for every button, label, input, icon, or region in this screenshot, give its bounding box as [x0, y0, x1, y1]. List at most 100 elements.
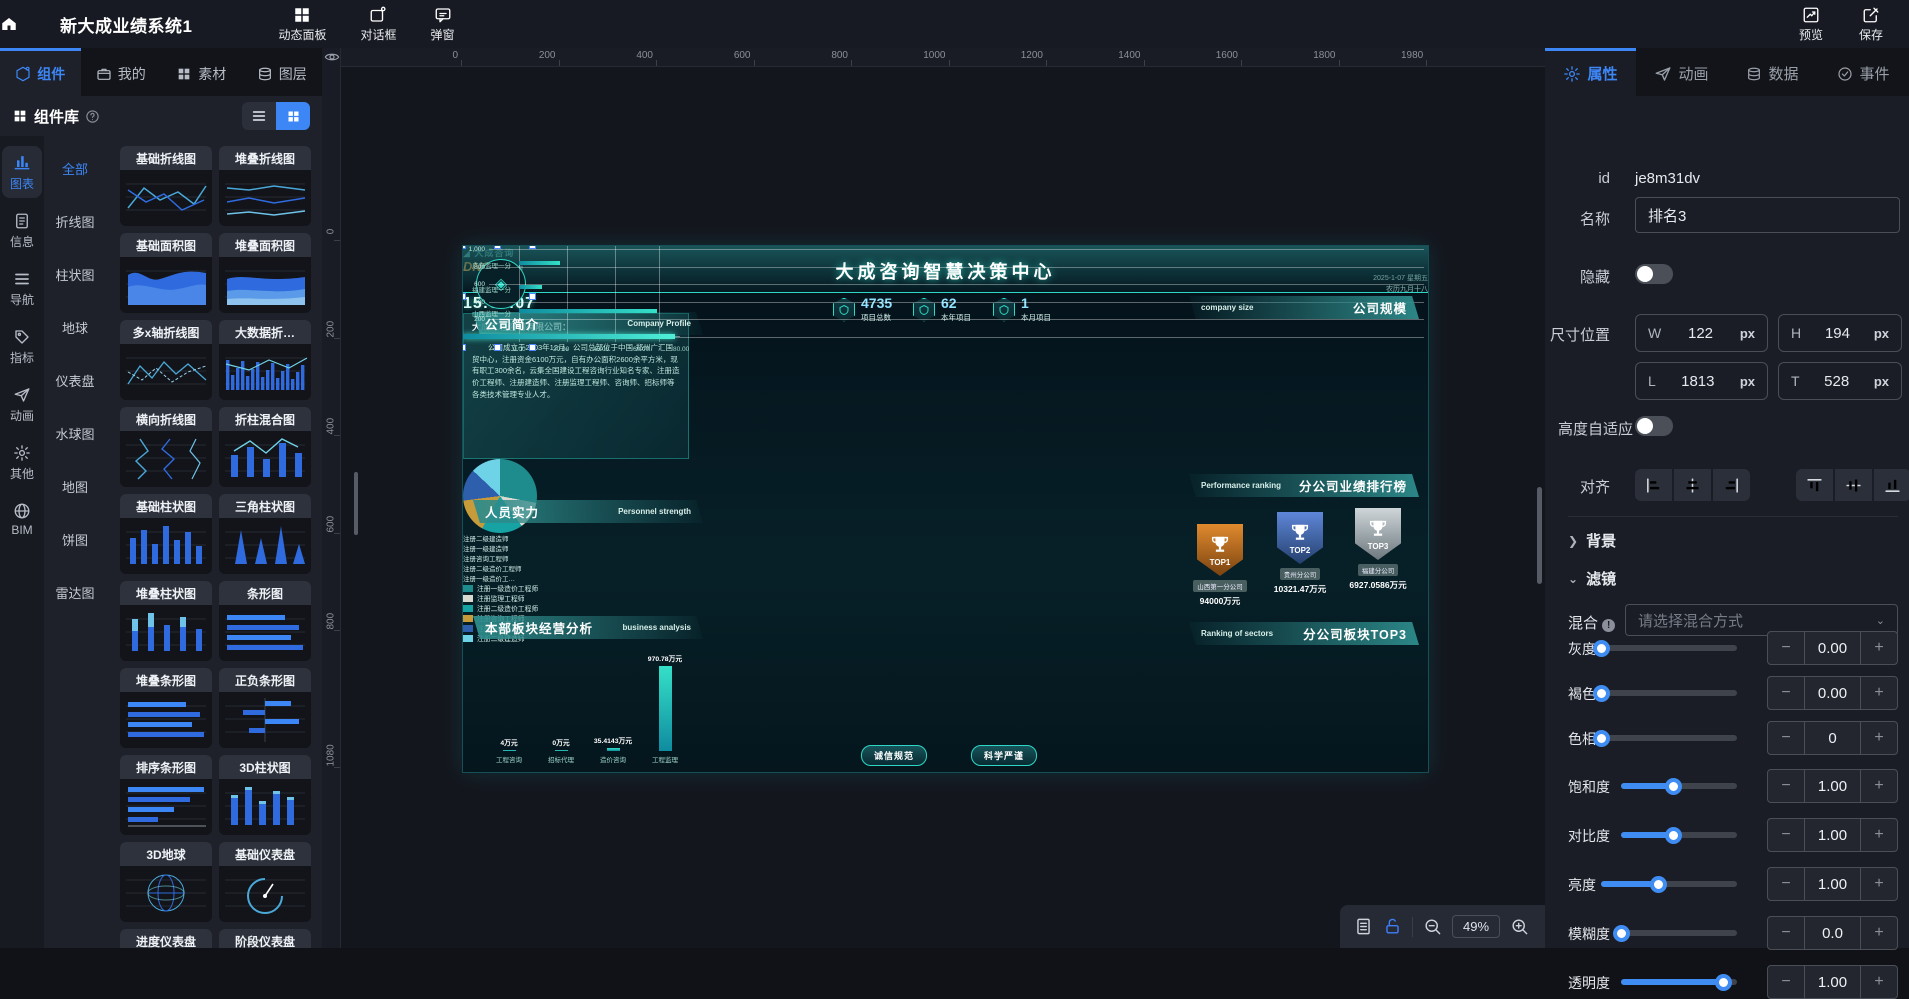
- component-card-基础折线图[interactable]: 基础折线图: [120, 146, 212, 226]
- grid-view-button[interactable]: [276, 102, 310, 130]
- tab-事件[interactable]: 事件: [1818, 48, 1909, 96]
- selection-handle[interactable]: [494, 245, 501, 249]
- align-top-icon[interactable]: [1796, 469, 1833, 501]
- tab-数据[interactable]: 数据: [1727, 48, 1818, 96]
- slider-knob[interactable]: [1593, 730, 1610, 747]
- background-section[interactable]: ❯ 背景: [1568, 530, 1616, 551]
- height-input[interactable]: H194px: [1778, 314, 1902, 352]
- zoom-in-icon[interactable]: [1510, 917, 1529, 936]
- align-middle-icon[interactable]: [1835, 469, 1872, 501]
- tab-图层[interactable]: 图层: [242, 48, 323, 96]
- selection-handle[interactable]: [494, 344, 501, 351]
- plus-button[interactable]: +: [1860, 966, 1897, 998]
- right-scrollbar[interactable]: [1537, 487, 1542, 584]
- plus-button[interactable]: +: [1860, 722, 1897, 754]
- subcategory-柱状图[interactable]: 柱状图: [44, 248, 106, 301]
- slider-knob[interactable]: [1593, 640, 1610, 657]
- zoom-out-icon[interactable]: [1423, 917, 1442, 936]
- component-card-堆叠柱状图[interactable]: 堆叠柱状图: [120, 581, 212, 661]
- unlock-icon[interactable]: [1383, 917, 1402, 936]
- component-card-阶段仪表盘[interactable]: 阶段仪表盘: [219, 929, 311, 948]
- slider-track[interactable]: [1601, 735, 1737, 741]
- slider-knob[interactable]: [1665, 827, 1682, 844]
- slider-knob[interactable]: [1593, 685, 1610, 702]
- minus-button[interactable]: −: [1768, 722, 1805, 754]
- filter-section[interactable]: ⌄ 滤镜: [1568, 568, 1616, 589]
- component-card-3D柱状图[interactable]: 3D柱状图: [219, 755, 311, 835]
- slider-knob[interactable]: [1665, 778, 1682, 795]
- selection-handle[interactable]: [529, 344, 536, 351]
- slider-track[interactable]: [1621, 930, 1737, 936]
- subcategory-地图[interactable]: 地图: [44, 460, 106, 513]
- plus-button[interactable]: +: [1860, 868, 1897, 900]
- canvas-area[interactable]: 0200400600800100012001400160018001980 02…: [322, 48, 1545, 948]
- component-card-基础仪表盘[interactable]: 基础仪表盘: [219, 842, 311, 922]
- component-card-大数据折…[interactable]: 大数据折…: [219, 320, 311, 400]
- minus-button[interactable]: −: [1768, 770, 1805, 802]
- subcategory-地球[interactable]: 地球: [44, 301, 106, 354]
- component-card-正负条形图[interactable]: 正负条形图: [219, 668, 311, 748]
- ranking-top-card-TOP2[interactable]: TOP2贵州分公司10321.47万元: [1269, 512, 1331, 595]
- plus-button[interactable]: +: [1860, 632, 1897, 664]
- rail-category-其他[interactable]: 其他: [2, 438, 42, 488]
- component-card-堆叠折线图[interactable]: 堆叠折线图: [219, 146, 311, 226]
- align-right-icon[interactable]: [1713, 469, 1750, 501]
- selection-handle[interactable]: [529, 293, 536, 300]
- align-bottom-icon[interactable]: [1874, 469, 1909, 501]
- minus-button[interactable]: −: [1768, 868, 1805, 900]
- plus-button[interactable]: +: [1860, 677, 1897, 709]
- subcategory-折线图[interactable]: 折线图: [44, 195, 106, 248]
- top-input[interactable]: T528px: [1778, 362, 1902, 400]
- rail-category-图表[interactable]: 图表: [2, 146, 42, 198]
- selection-handle[interactable]: [462, 245, 466, 249]
- subcategory-水球图[interactable]: 水球图: [44, 407, 106, 460]
- dashboard-design[interactable]: 大成咨询智慧决策中心 ◢ 大成咨询DNC 大成咨询2025-1-07 星期五农历…: [462, 245, 1429, 773]
- rail-category-导航[interactable]: 导航: [2, 264, 42, 314]
- subcategory-全部[interactable]: 全部: [44, 142, 106, 195]
- selection-handle[interactable]: [529, 245, 536, 249]
- page-list-icon[interactable]: [1354, 917, 1373, 936]
- minus-button[interactable]: −: [1768, 917, 1805, 949]
- rail-category-BIM[interactable]: BIM: [2, 496, 42, 543]
- tab-素材[interactable]: 素材: [161, 48, 242, 96]
- left-scrollbar[interactable]: [354, 472, 358, 535]
- autoheight-toggle[interactable]: [1635, 416, 1673, 436]
- topbar-tool-对话框[interactable]: 对话框: [360, 6, 396, 43]
- slider-knob[interactable]: [1613, 925, 1630, 942]
- component-card-基础柱状图[interactable]: 基础柱状图: [120, 494, 212, 574]
- home-icon[interactable]: [0, 15, 46, 33]
- minus-button[interactable]: −: [1768, 966, 1805, 998]
- zoom-level[interactable]: 49%: [1452, 915, 1500, 938]
- selection-handle[interactable]: [462, 344, 466, 351]
- ranking-top-card-TOP3[interactable]: TOP3福建分公司6927.0586万元: [1347, 508, 1409, 591]
- slider-knob[interactable]: [1715, 974, 1732, 991]
- align-left-icon[interactable]: [1635, 469, 1672, 501]
- tab-动画[interactable]: 动画: [1636, 48, 1727, 96]
- component-card-横向折线图[interactable]: 横向折线图: [120, 407, 212, 487]
- ranking-top-card-TOP1[interactable]: TOP1山西第一分公司94000万元: [1189, 524, 1251, 607]
- component-card-三角柱状图[interactable]: 三角柱状图: [219, 494, 311, 574]
- name-input[interactable]: 排名3: [1635, 197, 1900, 233]
- component-card-进度仪表盘[interactable]: 进度仪表盘: [120, 929, 212, 948]
- button-integrity[interactable]: 诚信规范: [861, 745, 927, 766]
- subcategory-雷达图[interactable]: 雷达图: [44, 566, 106, 619]
- button-rigor[interactable]: 科学严谨: [971, 745, 1037, 766]
- width-input[interactable]: W122px: [1635, 314, 1768, 352]
- component-card-多x轴折线图[interactable]: 多x轴折线图: [120, 320, 212, 400]
- component-card-折柱混合图[interactable]: 折柱混合图: [219, 407, 311, 487]
- list-view-button[interactable]: [242, 102, 276, 130]
- topbar-tool-弹窗[interactable]: 弹窗: [431, 6, 455, 43]
- component-card-堆叠面积图[interactable]: 堆叠面积图: [219, 233, 311, 313]
- subcategory-仪表盘[interactable]: 仪表盘: [44, 354, 106, 407]
- slider-track[interactable]: [1601, 690, 1737, 696]
- plus-button[interactable]: +: [1860, 819, 1897, 851]
- component-card-3D地球[interactable]: 3D地球: [120, 842, 212, 922]
- component-card-堆叠条形图[interactable]: 堆叠条形图: [120, 668, 212, 748]
- subcategory-饼图[interactable]: 饼图: [44, 513, 106, 566]
- topbar-tool-动态面板[interactable]: 动态面板: [278, 6, 326, 43]
- component-card-排序条形图[interactable]: 排序条形图: [120, 755, 212, 835]
- rail-category-指标[interactable]: 指标: [2, 322, 42, 372]
- rail-category-动画[interactable]: 动画: [2, 380, 42, 430]
- slider-track[interactable]: [1601, 645, 1737, 651]
- align-center-icon[interactable]: [1674, 469, 1711, 501]
